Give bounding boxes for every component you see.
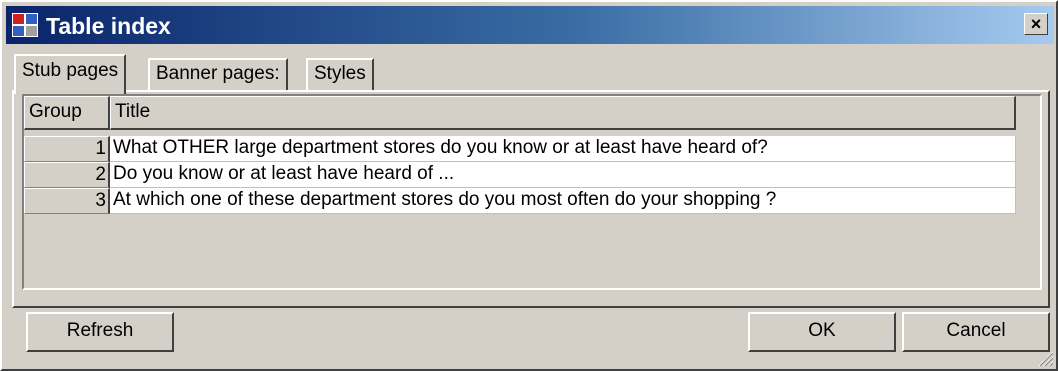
cancel-button[interactable]: Cancel bbox=[902, 312, 1050, 352]
row-group-cell[interactable]: 3 bbox=[24, 188, 110, 214]
tab-banner-pages[interactable]: Banner pages: bbox=[148, 58, 288, 90]
table-row[interactable]: 3 At which one of these department store… bbox=[24, 188, 1024, 214]
ok-button[interactable]: OK bbox=[748, 312, 896, 352]
table-index-grid[interactable]: Group Title 1 What OTHER large departmen… bbox=[22, 94, 1042, 290]
column-header-title[interactable]: Title bbox=[110, 96, 1016, 130]
row-title-cell[interactable]: What OTHER large department stores do yo… bbox=[110, 136, 1016, 162]
resize-grip-icon[interactable] bbox=[1036, 349, 1054, 367]
tab-styles[interactable]: Styles bbox=[306, 58, 374, 90]
tab-stub-pages[interactable]: Stub pages bbox=[14, 54, 127, 94]
table-row[interactable]: 2 Do you know or at least have heard of … bbox=[24, 162, 1024, 188]
refresh-button[interactable]: Refresh bbox=[26, 312, 174, 352]
table-row[interactable]: 1 What OTHER large department stores do … bbox=[24, 136, 1024, 162]
row-title-cell[interactable]: Do you know or at least have heard of ..… bbox=[110, 162, 1016, 188]
tab-panel-stub-pages: Group Title 1 What OTHER large departmen… bbox=[12, 90, 1050, 308]
column-header-group[interactable]: Group bbox=[24, 96, 110, 130]
window-title: Table index bbox=[46, 13, 171, 39]
title-bar[interactable]: Table index × bbox=[6, 6, 1054, 44]
close-button[interactable]: × bbox=[1024, 13, 1048, 35]
grid-header: Group Title bbox=[24, 96, 1024, 132]
row-group-cell[interactable]: 2 bbox=[24, 162, 110, 188]
table-index-dialog: Table index × Stub pages Banner pages: S… bbox=[0, 0, 1058, 371]
table-app-icon bbox=[12, 13, 38, 37]
row-group-cell[interactable]: 1 bbox=[24, 136, 110, 162]
close-icon: × bbox=[1030, 14, 1042, 34]
row-title-cell[interactable]: At which one of these department stores … bbox=[110, 188, 1016, 214]
